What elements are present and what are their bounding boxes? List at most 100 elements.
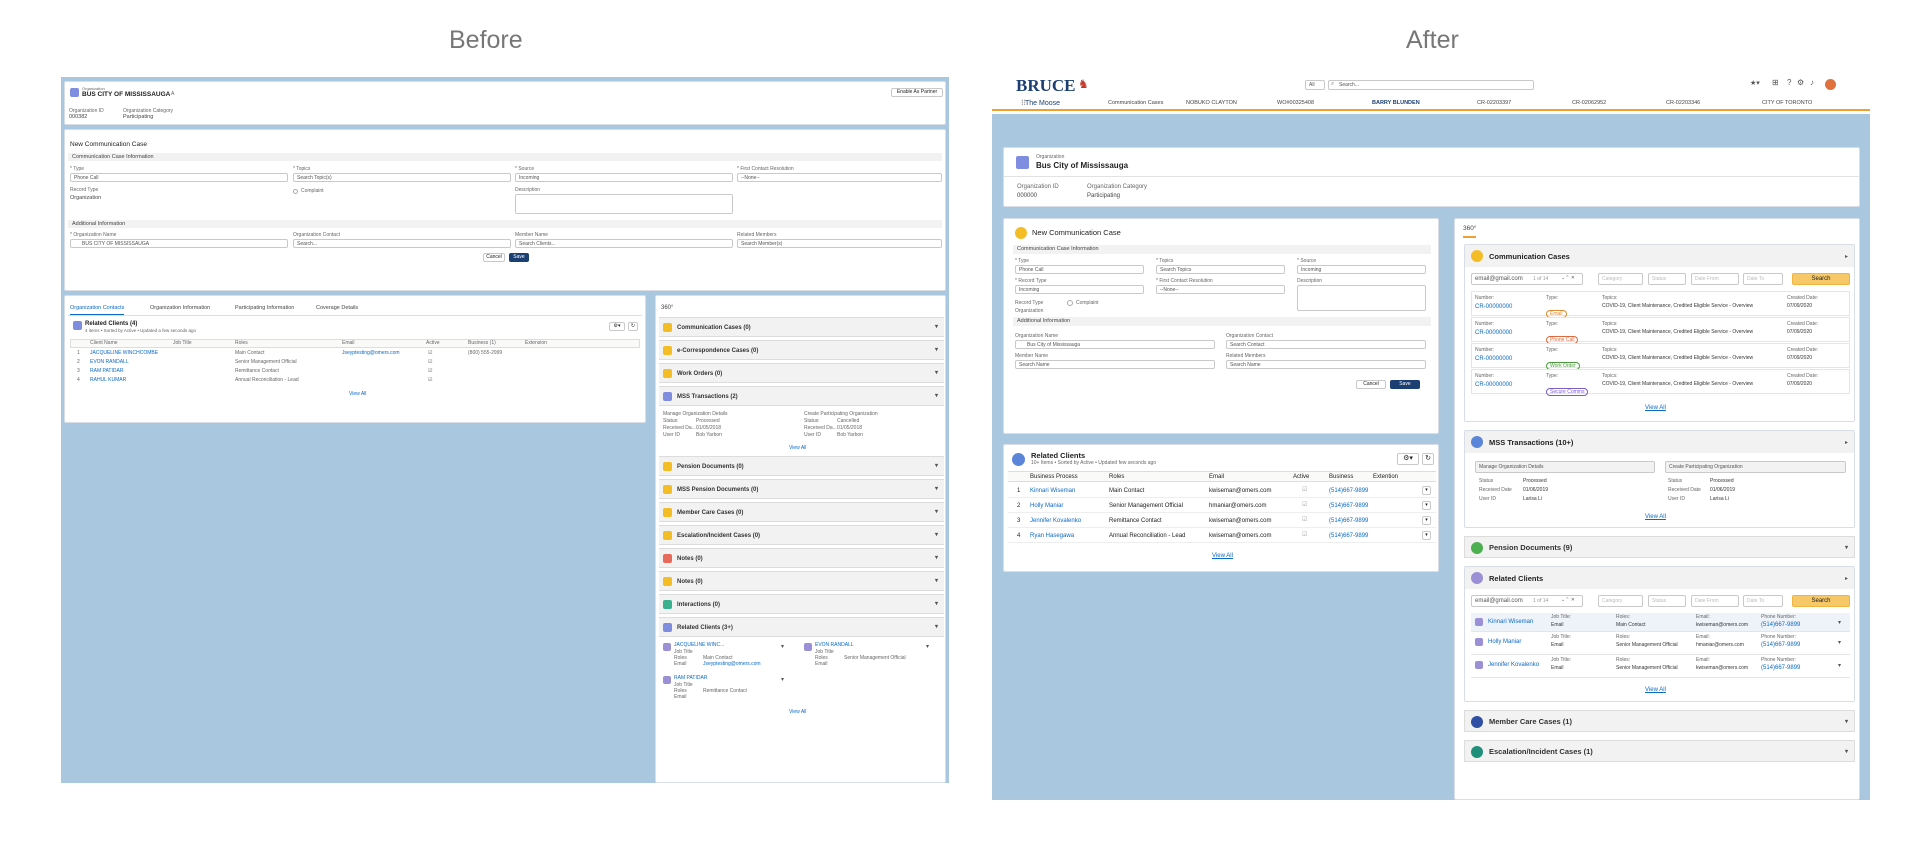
help-icon[interactable]: ? bbox=[1787, 79, 1791, 87]
topics-input[interactable]: Search Topics bbox=[1156, 265, 1285, 274]
acc-escalation[interactable]: Escalation/Incident Cases (1) ▾ bbox=[1464, 740, 1855, 762]
rc-view-all-link[interactable]: View All bbox=[789, 710, 806, 715]
rc-stepper[interactable]: ⌄⌃ ✕ bbox=[1561, 598, 1575, 603]
cc-status-select[interactable]: Status bbox=[1648, 273, 1686, 285]
add-icon[interactable]: ⊞ bbox=[1772, 79, 1779, 87]
mss-b-select[interactable]: Create Participating Organization bbox=[1665, 461, 1846, 473]
tab-barry[interactable]: BARRY BLUNDEN bbox=[1372, 100, 1420, 106]
orgcontact-input[interactable]: Search... bbox=[293, 239, 511, 248]
gear-icon[interactable]: ⚙ bbox=[1797, 79, 1804, 87]
settings-icon[interactable]: ⚙▾ bbox=[609, 322, 625, 331]
orgcontact-input[interactable]: Search Contact bbox=[1226, 340, 1426, 349]
tab-org-info[interactable]: Organization Information bbox=[150, 305, 210, 311]
acc-related-clients[interactable]: Related Clients (3+) ▾ bbox=[659, 617, 944, 637]
rc-name-link[interactable]: RAM PATIDAR bbox=[674, 676, 707, 681]
cancel-button[interactable]: Cancel bbox=[1356, 380, 1386, 389]
cc-stepper[interactable]: ⌄⌃ ✕ bbox=[1561, 276, 1575, 281]
avatar[interactable] bbox=[1825, 79, 1836, 90]
global-search-input[interactable]: Search... bbox=[1328, 80, 1534, 90]
mss-a-select[interactable]: Manage Organization Details bbox=[1475, 461, 1655, 473]
save-button[interactable]: Save bbox=[509, 253, 529, 262]
acc-interactions[interactable]: Interactions (0) ▾ bbox=[659, 594, 944, 614]
client-link[interactable]: RAM PATIDAR bbox=[90, 369, 123, 374]
refresh-icon[interactable]: ↻ bbox=[628, 322, 638, 331]
view-all-link[interactable]: View All bbox=[349, 392, 366, 397]
cc-view-all-link[interactable]: View All bbox=[1645, 405, 1666, 411]
acc-member-care[interactable]: Member Care Cases (1) ▾ bbox=[1464, 710, 1855, 732]
source-select[interactable]: Incoming bbox=[1297, 265, 1426, 274]
tab-coverage[interactable]: Coverage Details bbox=[316, 305, 358, 311]
save-button[interactable]: Save bbox=[1390, 380, 1420, 389]
rc-status-select[interactable]: Status bbox=[1648, 595, 1686, 607]
complaint-checkbox[interactable] bbox=[293, 189, 298, 194]
col-extension[interactable]: Extension bbox=[525, 341, 547, 346]
col-email[interactable]: Email bbox=[342, 341, 355, 346]
col-business-process[interactable]: Business Process bbox=[1030, 474, 1078, 480]
acc-ecorr-cases[interactable]: e-Correspondence Cases (0) ▾ bbox=[659, 340, 944, 360]
col-email[interactable]: Email bbox=[1209, 474, 1224, 480]
col-client-name[interactable]: Client Name bbox=[90, 341, 118, 346]
tab-participating-info[interactable]: Participating Information bbox=[235, 305, 294, 311]
type-select[interactable]: Phone Call bbox=[1015, 265, 1144, 274]
cancel-button[interactable]: Cancel bbox=[483, 253, 505, 262]
rc-date-to[interactable]: Date To bbox=[1743, 595, 1783, 607]
favorites-icon[interactable]: ★▾ bbox=[1750, 80, 1760, 87]
acc-pension-docs[interactable]: Pension Documents (0) ▾ bbox=[659, 456, 944, 476]
settings-icon[interactable]: ⚙▾ bbox=[1397, 453, 1419, 465]
orgname-input[interactable]: BUS CITY OF MISSISSAUGA bbox=[70, 239, 288, 248]
description-textarea[interactable] bbox=[1297, 285, 1426, 311]
tab-wo[interactable]: WO#00325408 bbox=[1277, 100, 1314, 106]
tab-cr1[interactable]: CR-02203397 bbox=[1477, 100, 1511, 106]
fcr-select[interactable]: --None-- bbox=[737, 173, 942, 182]
acc-member-care[interactable]: Member Care Cases (0) ▾ bbox=[659, 502, 944, 522]
col-roles[interactable]: Roles bbox=[1109, 474, 1124, 480]
member-input[interactable]: Search Name bbox=[1015, 360, 1215, 369]
col-extension[interactable]: Extention bbox=[1373, 474, 1398, 480]
rc-name-link[interactable]: EVON RANDALL bbox=[815, 643, 854, 648]
col-business[interactable]: Business bbox=[1329, 474, 1353, 480]
rc-date-from[interactable]: Date From bbox=[1691, 595, 1739, 607]
type-select[interactable]: Phone Call bbox=[70, 173, 288, 182]
acc-notes[interactable]: Notes (0) ▾ bbox=[659, 548, 944, 568]
acc-comm-cases[interactable]: Communication Cases (0) ▾ bbox=[659, 317, 944, 337]
bell-icon[interactable]: ♪ bbox=[1810, 79, 1814, 87]
tab-nobuko[interactable]: NOBUKO CLAYTON bbox=[1186, 100, 1237, 106]
acc-escalation[interactable]: Escalation/Incident Cases (0) ▾ bbox=[659, 525, 944, 545]
acc-work-orders[interactable]: Work Orders (0) ▾ bbox=[659, 363, 944, 383]
view-all-link[interactable]: View All bbox=[1212, 553, 1233, 559]
col-active[interactable]: Active bbox=[1293, 474, 1309, 480]
enable-partner-button[interactable]: Enable As Partner bbox=[891, 88, 943, 97]
acc-pension-docs[interactable]: Pension Documents (9) ▾ bbox=[1464, 536, 1855, 558]
related-input[interactable]: Search Member(s) bbox=[737, 239, 942, 248]
member-input[interactable]: Search Clients... bbox=[515, 239, 733, 248]
record-type-select[interactable]: Incoming bbox=[1015, 285, 1144, 294]
topics-input[interactable]: Search Topic(s) bbox=[293, 173, 511, 182]
description-textarea[interactable] bbox=[515, 194, 733, 214]
rc-name-link[interactable]: JACQUELINE WINC... bbox=[674, 643, 724, 648]
source-select[interactable]: Incoming bbox=[515, 173, 733, 182]
cc-search-button[interactable]: Search bbox=[1792, 273, 1850, 285]
acc-notes-2[interactable]: Notes (0) ▾ bbox=[659, 571, 944, 591]
acc-mss-pension-docs[interactable]: MSS Pension Documents (0) ▾ bbox=[659, 479, 944, 499]
mss-view-all-link[interactable]: View All bbox=[1645, 514, 1666, 520]
fcr-select[interactable]: --None-- bbox=[1156, 285, 1285, 294]
rc-view-all-link[interactable]: View All bbox=[1645, 687, 1666, 693]
cc-date-to[interactable]: Date To bbox=[1743, 273, 1783, 285]
search-scope-select[interactable]: All bbox=[1305, 80, 1325, 90]
col-roles[interactable]: Roles bbox=[235, 341, 248, 346]
rc-search-button[interactable]: Search bbox=[1792, 595, 1850, 607]
refresh-icon[interactable]: ↻ bbox=[1422, 453, 1434, 465]
complaint-checkbox[interactable] bbox=[1067, 300, 1073, 306]
tab-cr2[interactable]: CR-02062952 bbox=[1572, 100, 1606, 106]
col-active[interactable]: Active bbox=[426, 341, 440, 346]
acc-mss-transactions[interactable]: MSS Transactions (2) ▾ bbox=[659, 386, 944, 406]
cc-date-from[interactable]: Date From bbox=[1691, 273, 1739, 285]
client-link[interactable]: RAHUL KUMAR bbox=[90, 378, 126, 383]
orgname-input[interactable]: Bus City of Mississauga bbox=[1015, 340, 1215, 349]
tab-org-contacts[interactable]: Organization Contacts bbox=[70, 305, 125, 315]
client-link[interactable]: EVON RANDALL bbox=[90, 360, 129, 365]
tab-cr3[interactable]: CR-02203346 bbox=[1666, 100, 1700, 106]
related-input[interactable]: Search Name bbox=[1226, 360, 1426, 369]
rc-category-select[interactable]: Category bbox=[1598, 595, 1643, 607]
tab-communication-cases[interactable]: Communication Cases bbox=[1108, 100, 1163, 106]
